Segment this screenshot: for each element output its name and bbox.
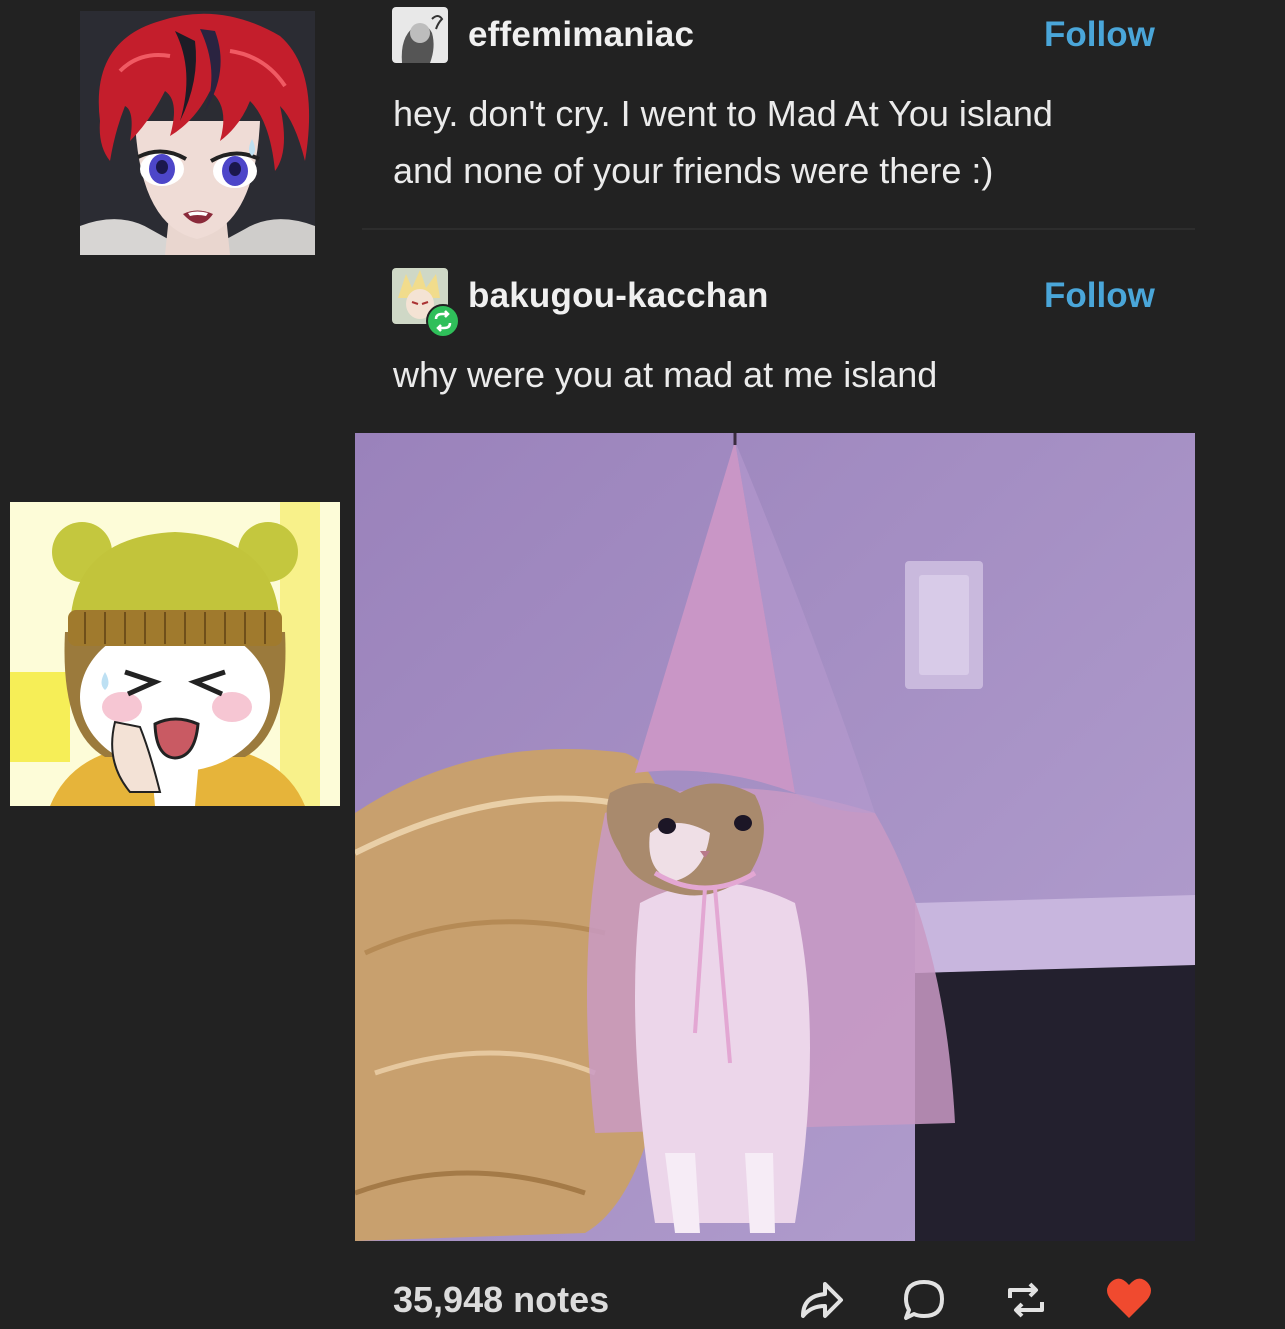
bakugou-kacchan-username[interactable]: bakugou-kacchan — [468, 276, 769, 316]
anime-reaction-image-red-hair — [80, 11, 315, 255]
effemimaniac-avatar[interactable] — [392, 7, 448, 63]
reblog-badge-icon — [426, 304, 460, 338]
follow-button-bakugou-kacchan[interactable]: Follow — [1044, 276, 1155, 316]
reblog-icon[interactable] — [1002, 1276, 1050, 1324]
first-reply-text: hey. don't cry. I went to Mad At You isl… — [393, 85, 1193, 199]
first-reply-line-2: and none of your friends were there :) — [393, 150, 994, 191]
reply-divider — [362, 228, 1195, 230]
like-heart-icon[interactable] — [1105, 1274, 1153, 1322]
cat-in-party-hat-photo[interactable] — [355, 433, 1195, 1241]
notes-count[interactable]: 35,948 notes — [393, 1279, 609, 1321]
second-reply-text: why were you at mad at me island — [393, 354, 938, 395]
reply-icon[interactable] — [900, 1276, 948, 1324]
share-icon[interactable] — [797, 1276, 845, 1324]
follow-button-effemimaniac[interactable]: Follow — [1044, 15, 1155, 55]
first-reply-line-1: hey. don't cry. I went to Mad At You isl… — [393, 93, 1053, 134]
anime-reaction-image-crying — [10, 502, 340, 806]
effemimaniac-username[interactable]: effemimaniac — [468, 15, 694, 55]
